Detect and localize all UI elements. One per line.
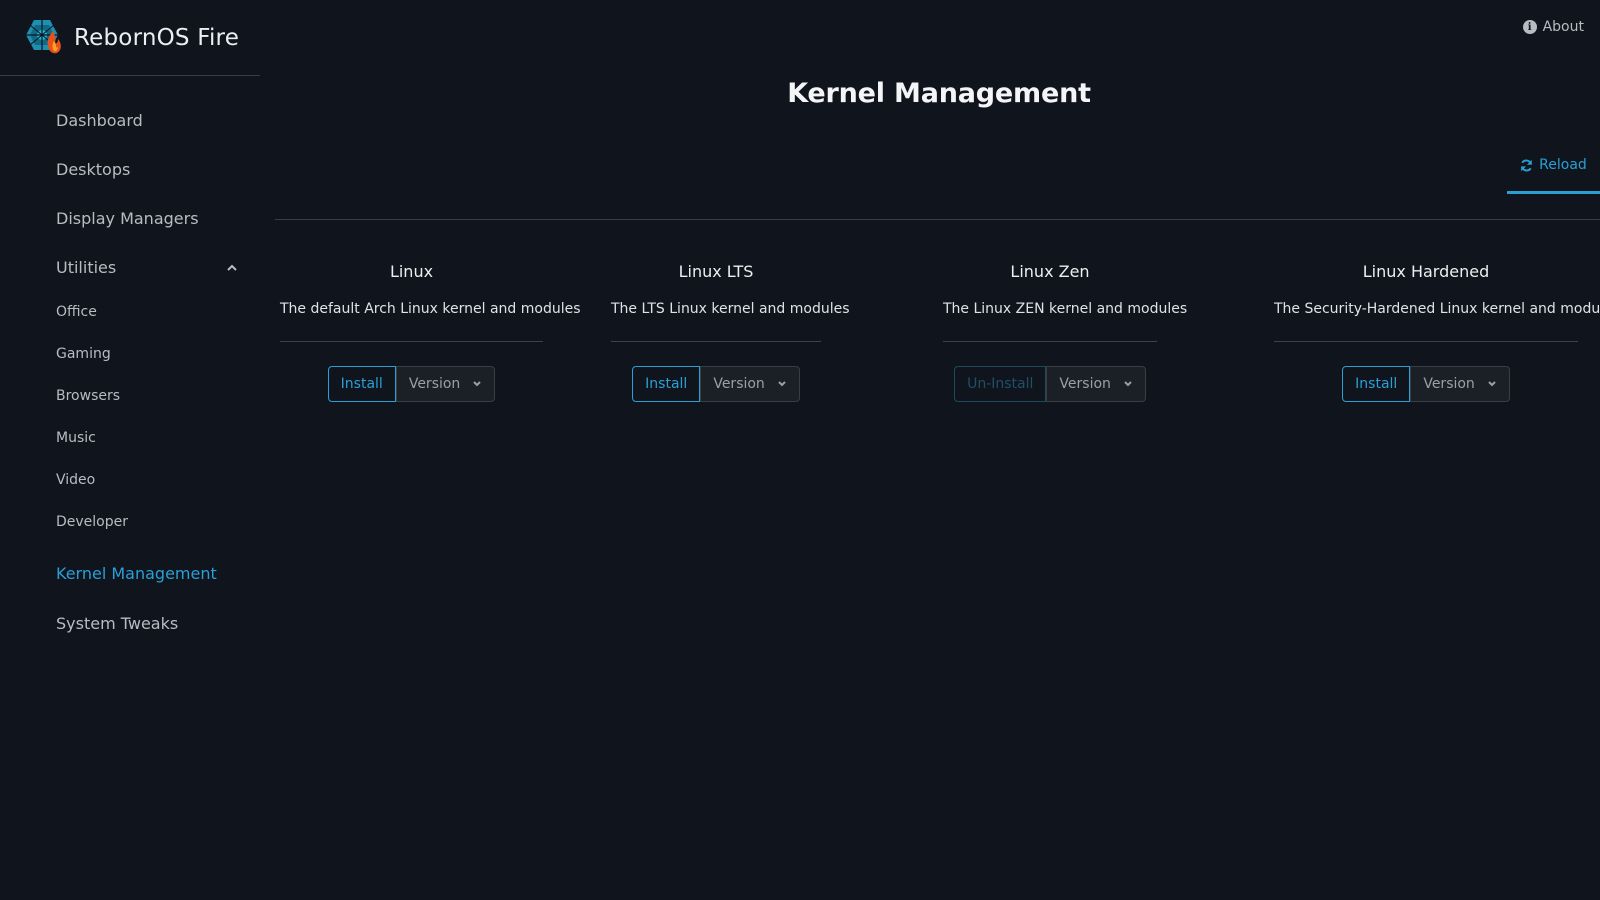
kernel-actions: Install Version [1342, 366, 1510, 402]
install-button[interactable]: Install [327, 366, 396, 402]
sidebar-item-utilities[interactable]: Utilities [56, 258, 116, 277]
info-icon: i [1522, 20, 1537, 34]
version-dropdown[interactable]: Version [700, 366, 800, 402]
chevron-down-icon [778, 381, 786, 387]
brand-header: RebornOS Fire [0, 0, 260, 76]
sidebar-item-video[interactable]: Video [56, 472, 95, 488]
chevron-down-icon [473, 381, 482, 387]
sidebar-item-browsers[interactable]: Browsers [56, 388, 120, 404]
version-dropdown[interactable]: Version [1046, 366, 1146, 402]
sidebar-item-display-managers[interactable]: Display Managers [56, 209, 199, 228]
version-label: Version [713, 376, 765, 392]
reload-label: Reload [1539, 157, 1587, 173]
sidebar-item-music[interactable]: Music [56, 430, 96, 446]
kernel-actions: Un-Install Version [954, 366, 1146, 402]
sidebar: RebornOS Fire Dashboard Desktops Display… [0, 0, 260, 900]
chevron-up-icon[interactable] [226, 263, 238, 273]
install-button[interactable]: Install [632, 366, 701, 402]
about-label: About [1542, 19, 1584, 35]
page-title: Kernel Management [787, 78, 1091, 109]
app-title: RebornOS Fire [74, 24, 240, 51]
kernel-actions: Install Version [632, 366, 800, 402]
refresh-icon [1521, 159, 1533, 172]
sidebar-item-gaming[interactable]: Gaming [56, 346, 111, 362]
version-label: Version [1423, 376, 1475, 392]
sidebar-item-developer[interactable]: Developer [56, 514, 128, 530]
sidebar-item-kernel-management[interactable]: Kernel Management [56, 564, 217, 583]
chevron-down-icon [1124, 381, 1132, 387]
about-link[interactable]: i About [1522, 19, 1584, 35]
chevron-down-icon [1488, 381, 1496, 387]
install-button[interactable]: Install [1342, 366, 1411, 402]
kernel-card-linux: Linux The default Arch Linux kernel and … [280, 262, 581, 402]
sidebar-item-desktops[interactable]: Desktops [56, 160, 130, 179]
kernel-description: The Linux ZEN kernel and modules [943, 301, 1187, 342]
tab-bar: Reload [275, 150, 1600, 220]
version-label: Version [408, 376, 461, 392]
kernel-description: The Security-Hardened Linux kernel and m… [1274, 301, 1600, 342]
kernel-card-linux-zen: Linux Zen The Linux ZEN kernel and modul… [943, 262, 1187, 402]
reload-tab[interactable]: Reload [1507, 150, 1600, 194]
kernel-card-linux-hardened: Linux Hardened The Security-Hardened Lin… [1274, 262, 1600, 402]
version-dropdown[interactable]: Version [395, 366, 496, 402]
kernel-description: The LTS Linux kernel and modules [611, 301, 850, 342]
sidebar-item-office[interactable]: Office [56, 304, 97, 320]
kernel-card-linux-lts: Linux LTS The LTS Linux kernel and modul… [611, 262, 850, 402]
kernel-name: Linux LTS [678, 262, 754, 281]
version-dropdown[interactable]: Version [1410, 366, 1510, 402]
sidebar-item-system-tweaks[interactable]: System Tweaks [56, 614, 178, 633]
uninstall-button[interactable]: Un-Install [954, 366, 1047, 402]
kernel-name: Linux Hardened [1362, 262, 1490, 281]
sidebar-item-dashboard[interactable]: Dashboard [56, 111, 143, 130]
rebornos-logo-icon [20, 17, 62, 59]
kernel-description: The default Arch Linux kernel and module… [280, 301, 581, 342]
kernel-actions: Install Version [327, 366, 496, 402]
kernel-name: Linux Zen [1010, 262, 1090, 281]
version-label: Version [1059, 376, 1111, 392]
kernel-name: Linux [389, 262, 434, 281]
